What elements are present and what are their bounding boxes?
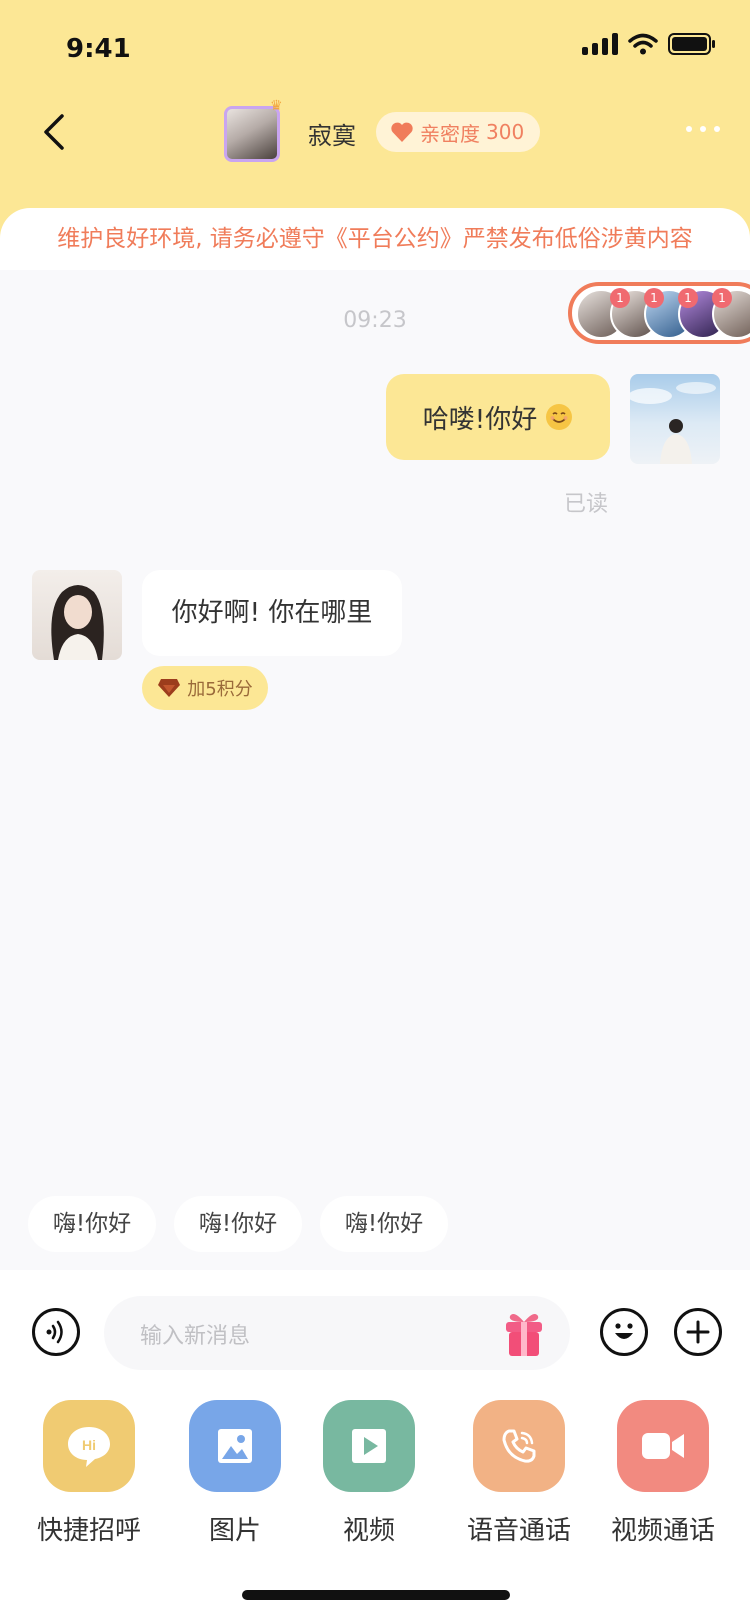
action-label: 视频 (342, 1516, 395, 1546)
add-icon (686, 1320, 710, 1344)
read-status: 已读 (564, 492, 609, 517)
quick-reply-chip[interactable]: 嗨!你好 (320, 1196, 448, 1252)
action-voice-call[interactable]: 语音通话 (444, 1400, 594, 1547)
action-grid: Hi 快捷招呼 图片 视频 语音通话 视频通话 (0, 1400, 750, 1560)
my-avatar[interactable] (630, 374, 720, 464)
crown-icon: ♛ (270, 98, 283, 114)
contact-name: 寂寞 (308, 122, 356, 150)
smile-face-icon (615, 1323, 633, 1339)
intimacy-value: 300 (486, 120, 525, 144)
contact-message-avatar[interactable] (32, 570, 122, 660)
unread-badge: 1 (712, 288, 732, 308)
battery-icon (668, 33, 715, 55)
quick-replies: 嗨!你好 嗨!你好 嗨!你好 (28, 1196, 448, 1252)
plus-icon[interactable] (674, 1308, 722, 1356)
action-image[interactable]: 图片 (160, 1400, 310, 1547)
video-play-icon (323, 1400, 415, 1492)
message-input-placeholder: 输入新消息 (140, 1324, 251, 1349)
message-input[interactable]: 输入新消息 (104, 1296, 570, 1370)
intimacy-badge[interactable]: 亲密度 300 (376, 112, 541, 152)
unread-badge: 1 (610, 288, 630, 308)
hi-chat-icon: Hi (43, 1400, 135, 1492)
action-video[interactable]: 视频 (294, 1400, 444, 1547)
cellular-signal-icon (582, 33, 618, 55)
action-label: 图片 (208, 1516, 261, 1546)
more-dots-icon[interactable] (686, 126, 720, 132)
outgoing-message-bubble[interactable]: 哈喽!你好 (386, 374, 610, 460)
action-label: 视频通话 (610, 1516, 715, 1546)
contact-avatar[interactable] (224, 106, 280, 162)
status-time: 9:41 (66, 34, 131, 64)
gift-icon[interactable] (500, 1308, 548, 1358)
home-indicator[interactable] (242, 1590, 510, 1600)
phone-call-icon (473, 1400, 565, 1492)
status-icons (582, 32, 716, 56)
sound-wave-icon (46, 1320, 63, 1344)
diamond-icon (158, 679, 181, 697)
svg-text:Hi: Hi (82, 1437, 96, 1453)
quick-reply-chip[interactable]: 嗨!你好 (174, 1196, 302, 1252)
input-panel: 输入新消息 Hi 快捷招呼 图片 视频 语音通话 视频通话 (0, 1270, 750, 1624)
points-reward-badge[interactable]: 加5积分 (142, 666, 268, 710)
action-quick-greeting[interactable]: Hi 快捷招呼 (14, 1400, 164, 1547)
action-label: 语音通话 (466, 1516, 571, 1546)
quick-reply-chip[interactable]: 嗨!你好 (28, 1196, 156, 1252)
points-reward-text: 加5积分 (187, 679, 253, 700)
message-timestamp: 09:23 (343, 308, 407, 333)
intimacy-label: 亲密度 (420, 121, 480, 146)
unread-badge: 1 (678, 288, 698, 308)
emoji-icon[interactable] (600, 1308, 648, 1356)
nav-bar: ♛ 寂寞 亲密度 300 (0, 98, 750, 164)
incoming-message-text: 你好啊! 你在哪里 (171, 598, 373, 628)
smile-emoji-icon (546, 404, 573, 430)
platform-notice: 维护良好环境, 请务必遵守《平台公约》严禁发布低俗涉黄内容 (0, 208, 750, 270)
voice-input-icon[interactable] (32, 1308, 80, 1356)
image-icon (189, 1400, 281, 1492)
action-video-call[interactable]: 视频通话 (588, 1400, 738, 1547)
chevron-left-icon[interactable] (38, 110, 78, 154)
chat-header: 9:41 ♛ 寂寞 亲密度 300 (0, 0, 750, 240)
heart-icon (391, 122, 413, 142)
wifi-icon (628, 33, 658, 55)
action-label: 快捷招呼 (36, 1516, 141, 1546)
video-camera-icon (617, 1400, 709, 1492)
incoming-message-bubble[interactable]: 你好啊! 你在哪里 (142, 570, 402, 656)
unread-badge: 1 (644, 288, 664, 308)
outgoing-message-text: 哈喽!你好 (422, 404, 538, 435)
person-photo (51, 585, 104, 660)
person-photo (630, 382, 716, 464)
